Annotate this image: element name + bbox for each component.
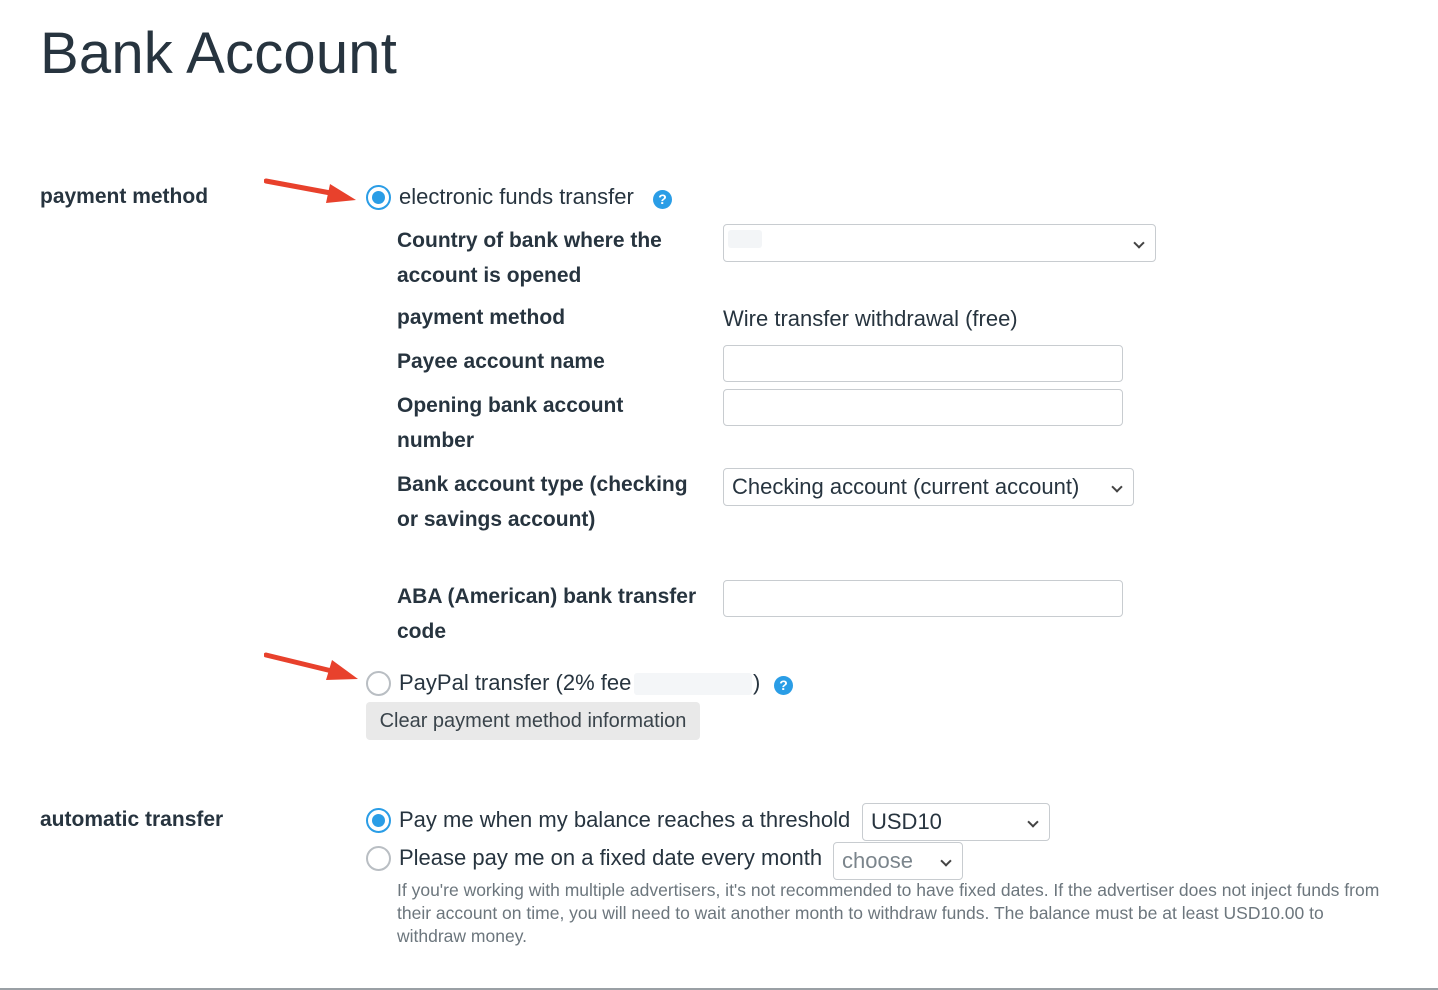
chevron-down-icon bbox=[1111, 481, 1123, 493]
chevron-down-icon bbox=[940, 855, 952, 867]
chevron-down-icon bbox=[1027, 816, 1039, 828]
eft-label[interactable]: electronic funds transfer bbox=[399, 184, 634, 210]
automatic-transfer-section-label: automatic transfer bbox=[40, 808, 224, 831]
fixed-date-label[interactable]: Please pay me on a fixed date every mont… bbox=[399, 845, 822, 871]
method-value: Wire transfer withdrawal (free) bbox=[723, 306, 1018, 331]
redacted-country-value bbox=[728, 230, 762, 248]
paypal-label-suffix: ) bbox=[753, 670, 761, 695]
threshold-select[interactable]: USD10 bbox=[862, 803, 1050, 841]
fixed-date-note: If you're working with multiple advertis… bbox=[397, 880, 1380, 946]
aba-code-input[interactable] bbox=[723, 580, 1123, 617]
payee-name-input[interactable] bbox=[723, 345, 1123, 382]
annotation-arrow-eft bbox=[264, 178, 356, 203]
clear-payment-button[interactable]: Clear payment method information bbox=[366, 702, 700, 740]
page-title: Bank Account bbox=[40, 21, 398, 86]
account-type-label: Bank account type (checking or savings a… bbox=[397, 473, 688, 531]
paypal-radio[interactable] bbox=[366, 671, 391, 696]
account-number-label: Opening bank account number bbox=[397, 394, 624, 452]
threshold-label[interactable]: Pay me when my balance reaches a thresho… bbox=[399, 807, 850, 833]
paypal-label[interactable]: PayPal transfer (2% fee bbox=[399, 670, 631, 696]
payment-method-section-label: payment method bbox=[40, 185, 209, 208]
annotation-arrow-paypal bbox=[264, 652, 358, 680]
eft-radio[interactable] bbox=[366, 185, 391, 210]
threshold-radio[interactable] bbox=[366, 808, 391, 833]
method-label: payment method bbox=[397, 306, 566, 329]
country-select[interactable] bbox=[723, 224, 1156, 262]
redacted-fee-detail bbox=[634, 673, 752, 695]
account-number-input[interactable] bbox=[723, 389, 1123, 426]
fixed-date-select[interactable]: choose bbox=[833, 842, 963, 880]
question-circle-icon[interactable]: ? bbox=[774, 676, 793, 695]
aba-code-label: ABA (American) bank transfer code bbox=[397, 585, 697, 643]
payee-name-label: Payee account name bbox=[397, 350, 605, 373]
fixed-date-radio[interactable] bbox=[366, 846, 391, 871]
chevron-down-icon bbox=[1133, 237, 1145, 249]
account-type-select[interactable]: Checking account (current account) bbox=[723, 468, 1134, 506]
question-circle-icon[interactable]: ? bbox=[653, 190, 672, 209]
country-label: Country of bank where the account is ope… bbox=[397, 229, 662, 287]
